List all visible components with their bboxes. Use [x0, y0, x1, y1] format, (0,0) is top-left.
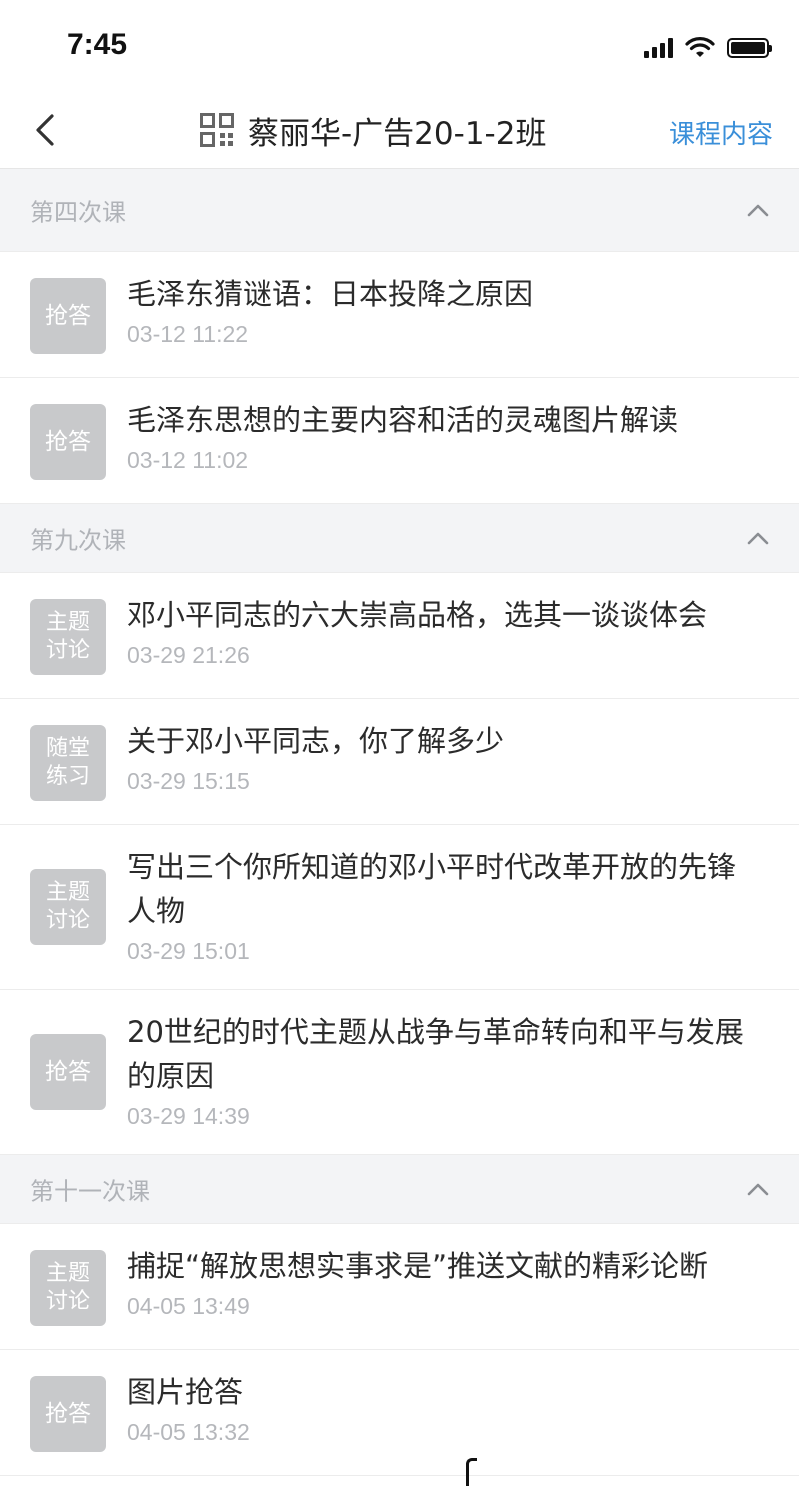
- activity-title: 20世纪的时代主题从战争与革命转向和平与发展的原因: [127, 1015, 744, 1093]
- activity-title: 毛泽东思想的主要内容和活的灵魂图片解读: [127, 403, 679, 437]
- section-header[interactable]: 第九次课: [0, 504, 799, 573]
- status-time: 7:45: [67, 28, 128, 61]
- activity-title: 图片抢答: [127, 1375, 244, 1409]
- cellular-signal-icon: [644, 38, 673, 58]
- qr-code-icon[interactable]: [200, 113, 234, 147]
- activity-title: 写出三个你所知道的邓小平时代改革开放的先锋人物: [127, 850, 737, 928]
- activity-title: 捕捉“解放思想实事求是”推送文献的精彩论断: [127, 1249, 709, 1283]
- course-content-link[interactable]: 课程内容: [669, 114, 773, 151]
- activity-type-badge: 主题 讨论: [30, 869, 106, 945]
- activity-item[interactable]: 抢答 图片抢答 04-05 13:32: [0, 1350, 799, 1476]
- activity-time: 03-29 14:39: [127, 1103, 250, 1129]
- activity-title: 邓小平同志的六大崇高品格，选其一谈谈体会: [127, 598, 708, 632]
- chevron-up-icon[interactable]: [747, 531, 769, 545]
- status-icons: [644, 34, 772, 62]
- section-title: 第四次课: [30, 198, 126, 227]
- page-title: 蔡丽华-广告20-1-2班: [248, 115, 547, 152]
- activity-time: 03-12 11:02: [127, 447, 249, 473]
- section-header[interactable]: 第四次课: [0, 169, 799, 252]
- status-bar: 7:45: [0, 0, 799, 92]
- section-title: 第九次课: [30, 526, 126, 555]
- chevron-left-icon[interactable]: [30, 110, 60, 150]
- activity-type-badge: 随堂 练习: [30, 725, 106, 801]
- section-header[interactable]: 第十一次课: [0, 1155, 799, 1224]
- activity-type-badge: 主题 讨论: [30, 599, 106, 675]
- chevron-up-icon[interactable]: [747, 203, 769, 217]
- activity-title: 关于邓小平同志，你了解多少: [127, 724, 505, 758]
- activity-type-badge: 抢答: [30, 404, 106, 480]
- activity-item[interactable]: 主题 讨论 写出三个你所知道的邓小平时代改革开放的先锋人物 03-29 15:01: [0, 825, 799, 990]
- activity-list: 第四次课 抢答 毛泽东猜谜语：日本投降之原因 03-12 11:22 抢答 毛泽东思想的主…: [0, 169, 799, 1476]
- text-cursor-icon: [466, 1458, 477, 1486]
- activity-type-badge: 抢答: [30, 1034, 106, 1110]
- activity-time: 03-29 21:26: [127, 642, 250, 668]
- activity-type-badge: 抢答: [30, 278, 106, 354]
- activity-item[interactable]: 主题 讨论 邓小平同志的六大崇高品格，选其一谈谈体会 03-29 21:26: [0, 573, 799, 699]
- activity-type-badge: 抢答: [30, 1376, 106, 1452]
- activity-item[interactable]: 抢答 20世纪的时代主题从战争与革命转向和平与发展的原因 03-29 14:39: [0, 990, 799, 1155]
- activity-time: 04-05 13:32: [127, 1419, 250, 1445]
- wifi-icon: [685, 37, 715, 57]
- section-title: 第十一次课: [30, 1177, 150, 1206]
- activity-time: 04-05 13:49: [127, 1293, 250, 1319]
- activity-item[interactable]: 主题 讨论 捕捉“解放思想实事求是”推送文献的精彩论断 04-05 13:49: [0, 1224, 799, 1350]
- activity-item[interactable]: 抢答 毛泽东思想的主要内容和活的灵魂图片解读 03-12 11:02: [0, 378, 799, 504]
- activity-item[interactable]: 随堂 练习 关于邓小平同志，你了解多少 03-29 15:15: [0, 699, 799, 825]
- battery-icon: [727, 38, 772, 58]
- activity-time: 03-12 11:22: [127, 321, 249, 347]
- activity-time: 03-29 15:15: [127, 768, 250, 794]
- activity-title: 毛泽东猜谜语：日本投降之原因: [127, 277, 534, 311]
- activity-type-badge: 主题 讨论: [30, 1250, 106, 1326]
- activity-item[interactable]: 抢答 毛泽东猜谜语：日本投降之原因 03-12 11:22: [0, 252, 799, 378]
- chevron-up-icon[interactable]: [747, 1182, 769, 1196]
- nav-bar: 蔡丽华-广告20-1-2班 课程内容: [0, 92, 799, 169]
- nav-title-group[interactable]: 蔡丽华-广告20-1-2班: [200, 106, 546, 154]
- activity-time: 03-29 15:01: [127, 938, 250, 964]
